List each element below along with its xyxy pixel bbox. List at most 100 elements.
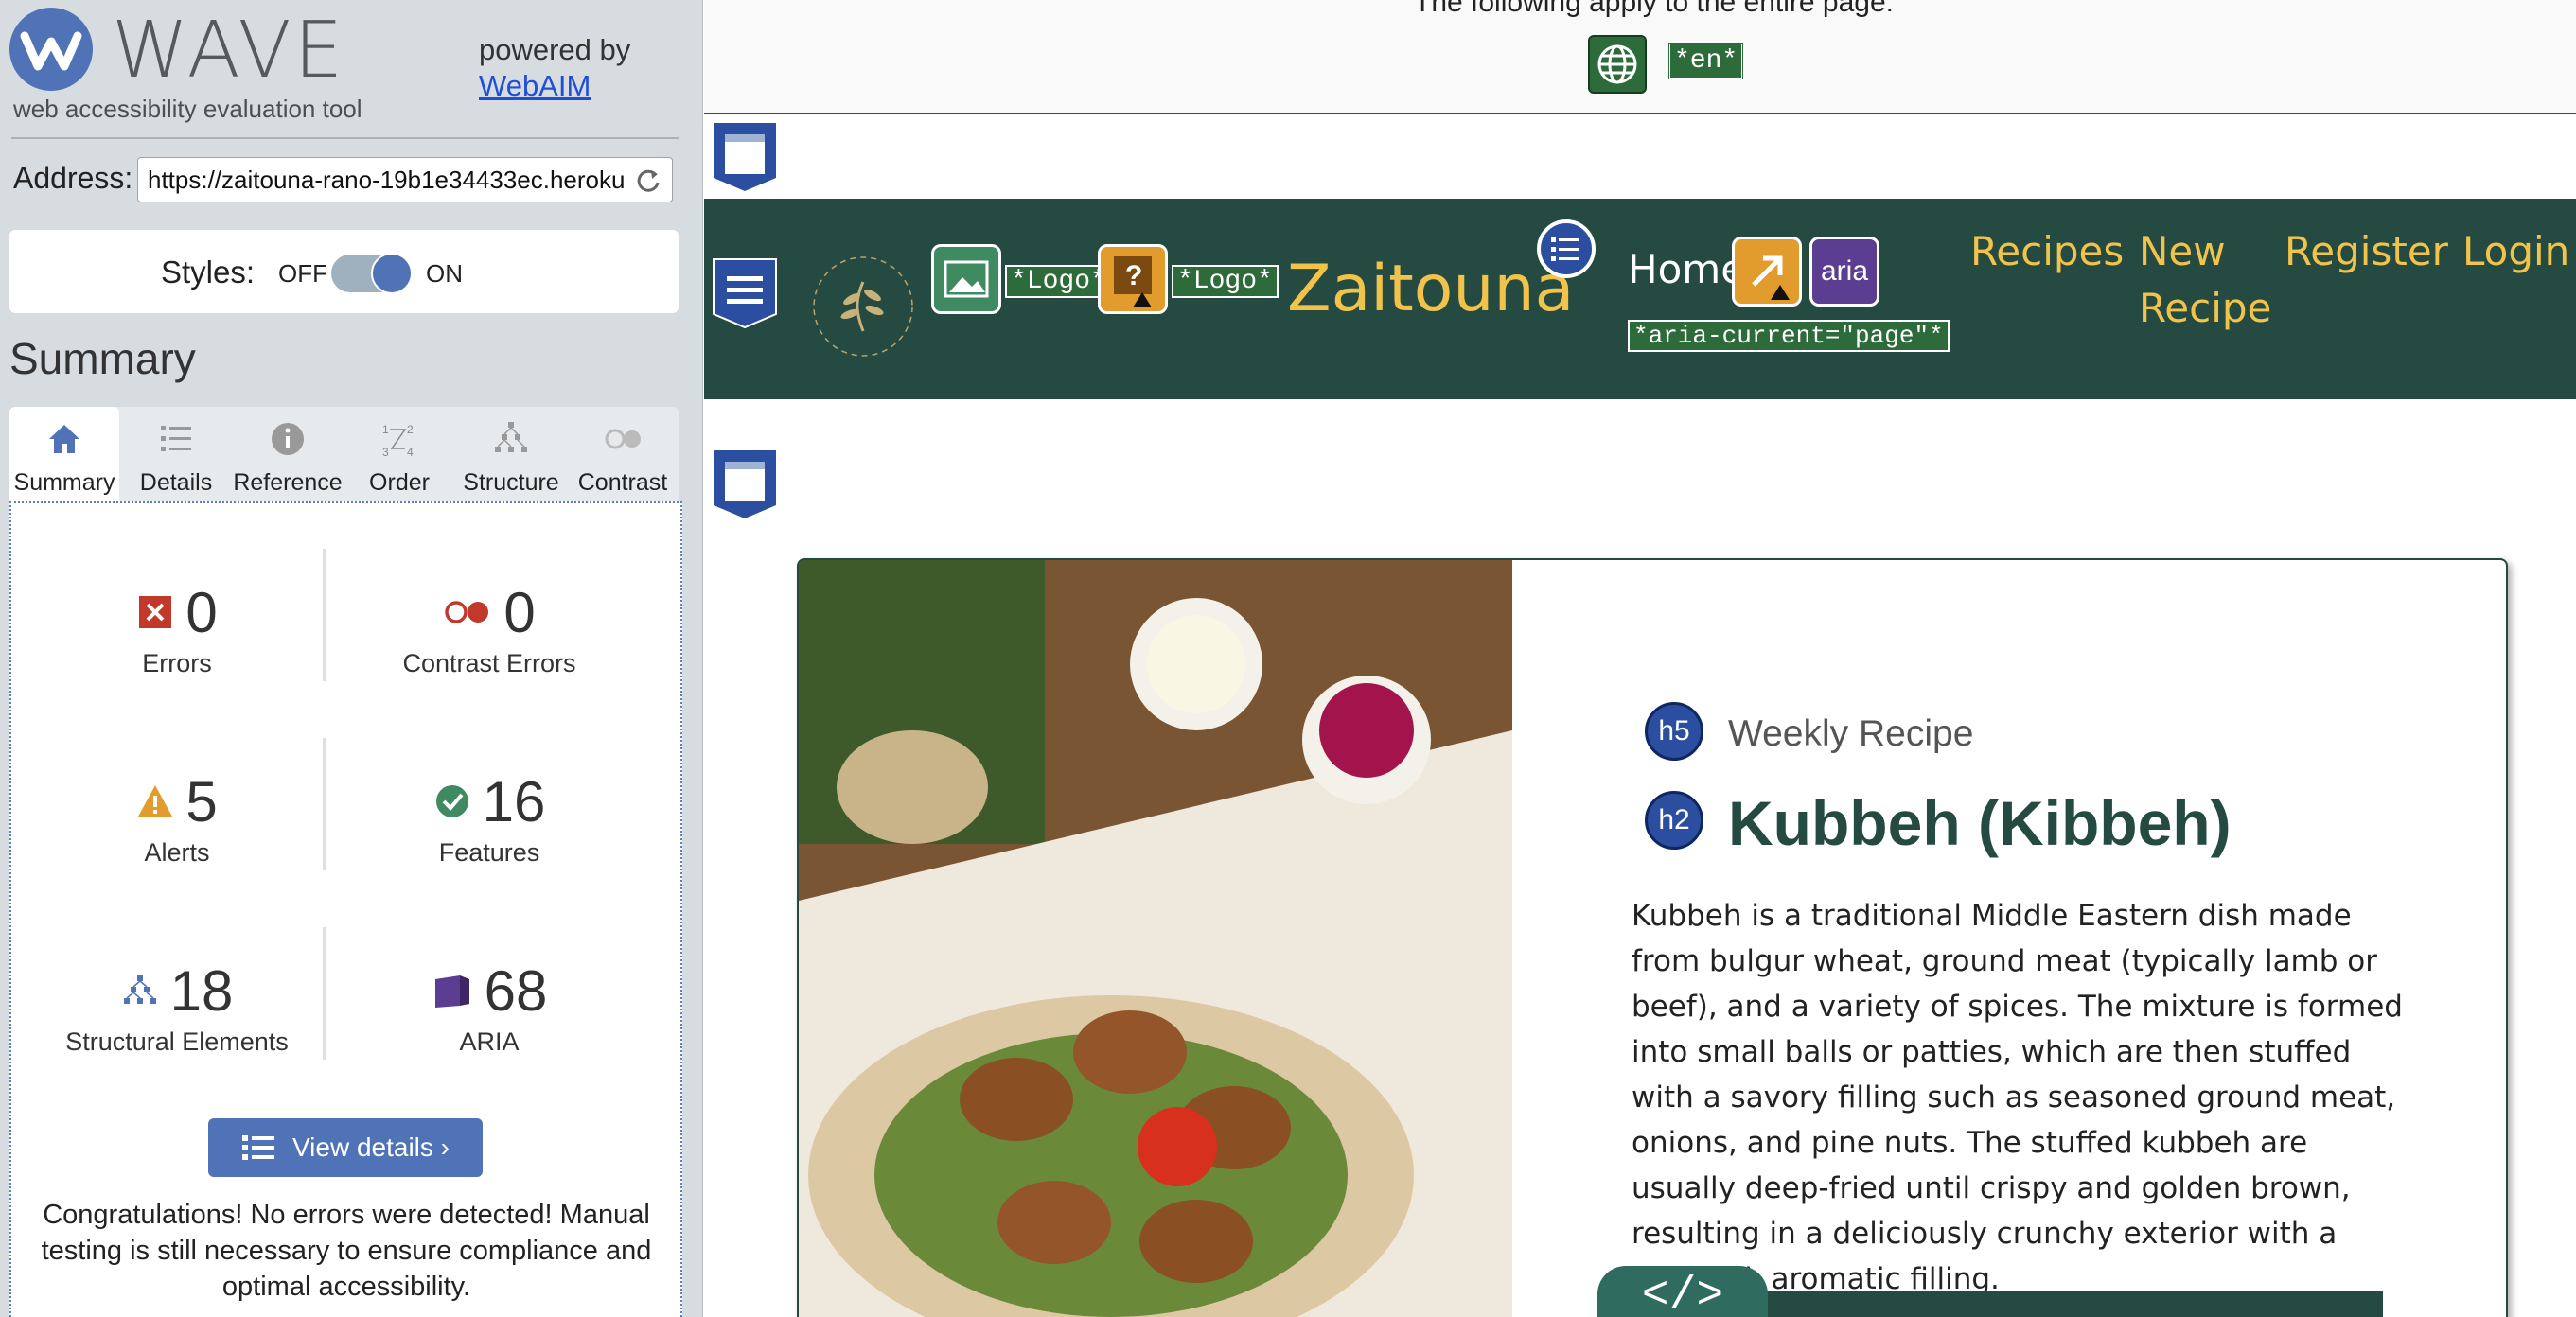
aria-label: ARIA [459, 1027, 520, 1056]
tab-structure[interactable]: Structure [456, 407, 566, 501]
wave-logo-icon [9, 8, 93, 91]
structural-count: 18 [169, 958, 234, 1023]
contrast-errors-count: 0 [503, 580, 536, 644]
list-icon [241, 1135, 274, 1160]
weekly-recipe-card: h5 Weekly Recipe h2 Kubbeh (Kibbeh) Kubb… [797, 558, 2508, 1317]
globe-icon[interactable] [1588, 35, 1647, 94]
webaim-link[interactable]: WebAIM [479, 68, 630, 104]
tab-summary[interactable]: Summary [9, 407, 119, 501]
stat-aria[interactable]: 68 ARIA [338, 957, 641, 1057]
card-footer-bar [1702, 1291, 2383, 1317]
tab-label: Reference [233, 469, 343, 496]
view-details-button[interactable]: View details › [208, 1118, 483, 1177]
tab-label: Contrast [577, 469, 668, 496]
svg-text:?: ? [1125, 260, 1142, 291]
contrast-icon [605, 429, 641, 449]
code-icon[interactable]: </> [1597, 1266, 1768, 1317]
refresh-icon[interactable] [634, 167, 662, 195]
structure-icon [123, 975, 156, 1004]
tab-label: Order [369, 469, 430, 496]
aria-current-tag[interactable]: *aria-current="page"* [1628, 320, 1950, 352]
stat-features[interactable]: 16 Features [338, 768, 641, 868]
logo-alt-tag[interactable]: *Logo* [1005, 265, 1112, 298]
zaitouna-logo-icon[interactable] [806, 250, 920, 363]
styles-toggle-box: Styles: OFF ON [9, 230, 679, 313]
svg-text:3: 3 [382, 446, 389, 459]
logo-alt-tag[interactable]: *Logo* [1172, 265, 1279, 298]
alert-icon [138, 785, 173, 817]
aria-count: 68 [484, 958, 548, 1023]
nav-recipes-link[interactable]: Recipes [1970, 223, 2124, 280]
evaluated-page: The following apply to the entire page: … [704, 0, 2576, 1317]
recipe-title: Kubbeh (Kibbeh) [1728, 788, 2232, 858]
linked-image-icon[interactable] [931, 244, 1001, 314]
site-title[interactable]: Zaitouna [1287, 252, 1574, 326]
weekly-recipe-label: Weekly Recipe [1728, 713, 1974, 754]
address-label: Address: [13, 161, 133, 195]
svg-text:2: 2 [407, 423, 414, 436]
kubbeh-photo [799, 560, 1512, 1317]
tab-order[interactable]: 1 2 3 4 Order [344, 407, 454, 501]
summary-heading: Summary [9, 334, 196, 383]
congrats-message: Congratulations! No errors were detected… [41, 1200, 652, 1302]
language-tag[interactable]: *en* [1667, 43, 1744, 79]
structural-label: Structural Elements [65, 1027, 289, 1056]
styles-toggle[interactable] [331, 253, 413, 294]
tab-details[interactable]: Details [121, 407, 231, 501]
nav-login-link[interactable]: Login [2462, 223, 2569, 280]
tab-contrast[interactable]: Contrast [568, 407, 678, 501]
view-details-label: View details › [291, 1133, 450, 1162]
styles-toggle-knob[interactable] [371, 253, 413, 294]
tab-label: Summary [13, 469, 115, 496]
address-input[interactable] [137, 157, 673, 202]
powered-by: powered by WebAIM [479, 32, 630, 104]
info-icon [272, 423, 304, 455]
stat-contrast-errors[interactable]: 0 Contrast Errors [338, 579, 641, 678]
tab-label: Structure [463, 469, 559, 496]
errors-count: 0 [185, 580, 218, 644]
suspicious-alt-icon[interactable]: ? [1098, 244, 1168, 314]
nav-new-recipe-link[interactable]: New Recipe [2139, 223, 2271, 337]
page-notice: The following apply to the entire page: … [704, 0, 2576, 114]
wave-wordmark: WAVE [112, 6, 346, 96]
error-icon [139, 596, 172, 628]
region-icon[interactable] [712, 121, 778, 193]
region-icon[interactable] [712, 448, 778, 520]
stat-errors[interactable]: 0 Errors [26, 579, 328, 678]
contrast-errors-label: Contrast Errors [402, 649, 576, 677]
list-icon [161, 426, 191, 451]
errors-label: Errors [142, 649, 212, 677]
aria-badge[interactable]: aria [1809, 237, 1879, 307]
wave-sidebar: WAVE web accessibility evaluation tool p… [0, 0, 703, 1317]
svg-text:1: 1 [382, 423, 389, 436]
stat-alerts[interactable]: 5 Alerts [26, 768, 328, 868]
header-region-icon[interactable] [712, 257, 778, 329]
recipe-description: Kubbeh is a traditional Middle Eastern d… [1632, 899, 2403, 1296]
feature-check-icon [435, 785, 468, 817]
svg-text:4: 4 [407, 446, 414, 459]
order-icon: 1 2 3 4 [382, 423, 414, 459]
features-label: Features [438, 838, 540, 867]
styles-label: Styles: [161, 255, 256, 290]
divider [11, 137, 679, 139]
aria-icon [434, 975, 469, 1008]
nav-register-link[interactable]: Register [2285, 223, 2448, 280]
h5-badge[interactable]: h5 [1645, 702, 1703, 761]
features-count: 16 [482, 769, 546, 834]
h2-badge[interactable]: h2 [1645, 791, 1703, 850]
stat-structural[interactable]: 18 Structural Elements [26, 957, 328, 1057]
site-header: *Logo* ? *Logo* Zaitouna Home aria *aria… [704, 199, 2576, 399]
summary-panel: 0 Errors 0 Contrast Errors 5 Alerts 16 F… [9, 501, 682, 1317]
tab-label: Details [139, 469, 213, 496]
styles-on-label: ON [426, 259, 463, 288]
home-icon [49, 425, 79, 453]
tab-reference[interactable]: Reference [233, 407, 343, 501]
nav-home-link[interactable]: Home [1628, 246, 1745, 292]
wave-tabbar: Summary Details Reference 1 2 3 4 Order … [9, 407, 679, 501]
wave-tagline: web accessibility evaluation tool [13, 95, 362, 123]
contrast-error-icon [445, 601, 489, 623]
notice-text: The following apply to the entire page: [1414, 0, 1894, 18]
nav-list-icon[interactable] [1537, 220, 1596, 278]
recipe-text: h5 Weekly Recipe h2 Kubbeh (Kibbeh) Kubb… [1512, 560, 2506, 1317]
redundant-link-icon[interactable] [1732, 237, 1802, 307]
